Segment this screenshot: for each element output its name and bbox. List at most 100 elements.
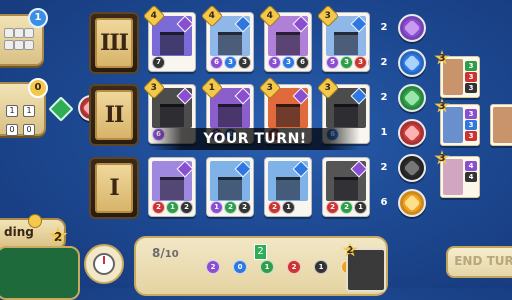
- noble-tile[interactable]: 44: [440, 156, 480, 198]
- noble-portrait: [493, 107, 512, 143]
- bonus-top-badge: 2: [254, 244, 267, 260]
- noble-requirement: 3: [465, 61, 477, 71]
- card-cost-row: 221: [326, 201, 367, 214]
- cost-chip: 3: [282, 56, 295, 69]
- cost-chip: 2: [180, 201, 193, 214]
- cost-chip: 3: [354, 56, 367, 69]
- chip-count: 1: [380, 127, 388, 138]
- card-cost-row: 21: [268, 201, 295, 214]
- player-mini-chips: 1 1 0 0: [6, 98, 36, 136]
- card-points-value: 4: [266, 10, 273, 21]
- gem-icon: [403, 194, 421, 212]
- chip-count: 2: [380, 57, 388, 68]
- gem-chip[interactable]: [398, 84, 426, 112]
- cost-chip: 1: [354, 201, 367, 214]
- development-card[interactable]: 122: [206, 157, 254, 217]
- cost-chip: 2: [152, 201, 165, 214]
- noble-tile-partial[interactable]: [490, 104, 512, 146]
- player-badge-middle: 0: [28, 78, 48, 98]
- mini-chip: 1: [6, 105, 18, 117]
- player-gem-grid: [4, 28, 34, 52]
- deck-level-2-label: II: [95, 90, 133, 140]
- deck-stack[interactable]: 2: [342, 242, 386, 292]
- card-points-value: 1: [208, 82, 215, 93]
- cost-chip: 1: [210, 201, 223, 214]
- building-icon: [218, 177, 242, 200]
- building-icon: [218, 104, 242, 127]
- building-icon: [218, 32, 242, 55]
- cost-chip: 7: [152, 56, 165, 69]
- building-icon: [276, 32, 300, 55]
- noble-portrait: [443, 59, 463, 95]
- bonus-chip: 2: [206, 260, 220, 274]
- card-cost-row: 336: [268, 56, 309, 69]
- gem-icon: [403, 124, 421, 142]
- end-turn-button[interactable]: END TUR: [446, 246, 512, 278]
- development-card[interactable]: 21: [264, 157, 312, 217]
- cost-chip: 1: [166, 201, 179, 214]
- development-card[interactable]: 212: [148, 157, 196, 217]
- deck-level-1[interactable]: I: [89, 157, 139, 219]
- bonus-row: 201210: [206, 260, 355, 274]
- gem-chip[interactable]: [398, 49, 426, 77]
- gem-icon: [403, 89, 421, 107]
- mini-chip: 0: [6, 124, 18, 136]
- bonus-chip: 1: [314, 260, 328, 274]
- cost-chip: 6: [296, 56, 309, 69]
- building-icon: [160, 104, 184, 127]
- card-cost-row: 633: [210, 56, 251, 69]
- chip-count: 2: [380, 162, 388, 173]
- player-badge-top: 1: [28, 8, 48, 28]
- deck-level-2[interactable]: II: [89, 84, 139, 146]
- turn-banner: YOUR TURN!: [150, 128, 360, 150]
- cost-chip: 6: [210, 56, 223, 69]
- noble-requirement: 4: [465, 172, 477, 182]
- gem-chip[interactable]: [398, 154, 426, 182]
- building-icon: [334, 177, 358, 200]
- card-points-value: 4: [208, 10, 215, 21]
- building-icon: [334, 32, 358, 55]
- gem-count: 8/10: [152, 246, 179, 260]
- chip-count: 6: [380, 197, 388, 208]
- noble-portrait: [443, 107, 463, 143]
- gem-icon: [403, 19, 421, 37]
- cost-chip: 3: [368, 56, 369, 69]
- gem-chip[interactable]: [398, 14, 426, 42]
- cost-chip: 2: [224, 201, 237, 214]
- card-cost-row: 7: [152, 56, 165, 69]
- card-points-value: 4: [150, 10, 157, 21]
- noble-tile[interactable]: 333: [440, 104, 480, 146]
- cost-chip: 1: [282, 201, 295, 214]
- building-icon: [160, 177, 184, 200]
- noble-portrait: [443, 159, 463, 195]
- mini-chip: 0: [23, 124, 36, 136]
- development-card[interactable]: 221: [322, 157, 370, 217]
- chip-count: 2: [380, 92, 388, 103]
- deck-level-1-label: I: [95, 163, 133, 213]
- building-icon: [276, 104, 300, 127]
- deck-level-3-label: III: [95, 18, 133, 68]
- noble-requirement: 3: [465, 72, 477, 82]
- cost-chip: 3: [268, 56, 281, 69]
- noble-requirement: 3: [465, 131, 477, 141]
- building-icon: [276, 177, 300, 200]
- gem-chip[interactable]: [398, 119, 426, 147]
- card-points-value: 3: [266, 82, 273, 93]
- deck-level-3[interactable]: III: [89, 12, 139, 74]
- gem-icon: [403, 159, 421, 177]
- noble-tile[interactable]: 333: [440, 56, 480, 98]
- cost-chip: 2: [340, 201, 353, 214]
- bonus-chip: 2: [287, 260, 301, 274]
- gem-limit-value: 10: [164, 249, 179, 260]
- noble-requirement: 3: [465, 120, 477, 130]
- noble-requirement: 4: [465, 161, 477, 171]
- gem-chip[interactable]: [398, 189, 426, 217]
- building-icon: [334, 104, 358, 127]
- player-name: ding: [4, 225, 34, 239]
- cost-chip: 3: [238, 56, 251, 69]
- bonus-chip: 0: [233, 260, 247, 274]
- card-cost-row: 5333: [326, 56, 369, 69]
- card-points-value: 3: [324, 10, 331, 21]
- chip-count: 2: [380, 22, 388, 33]
- timer-icon: [84, 244, 124, 284]
